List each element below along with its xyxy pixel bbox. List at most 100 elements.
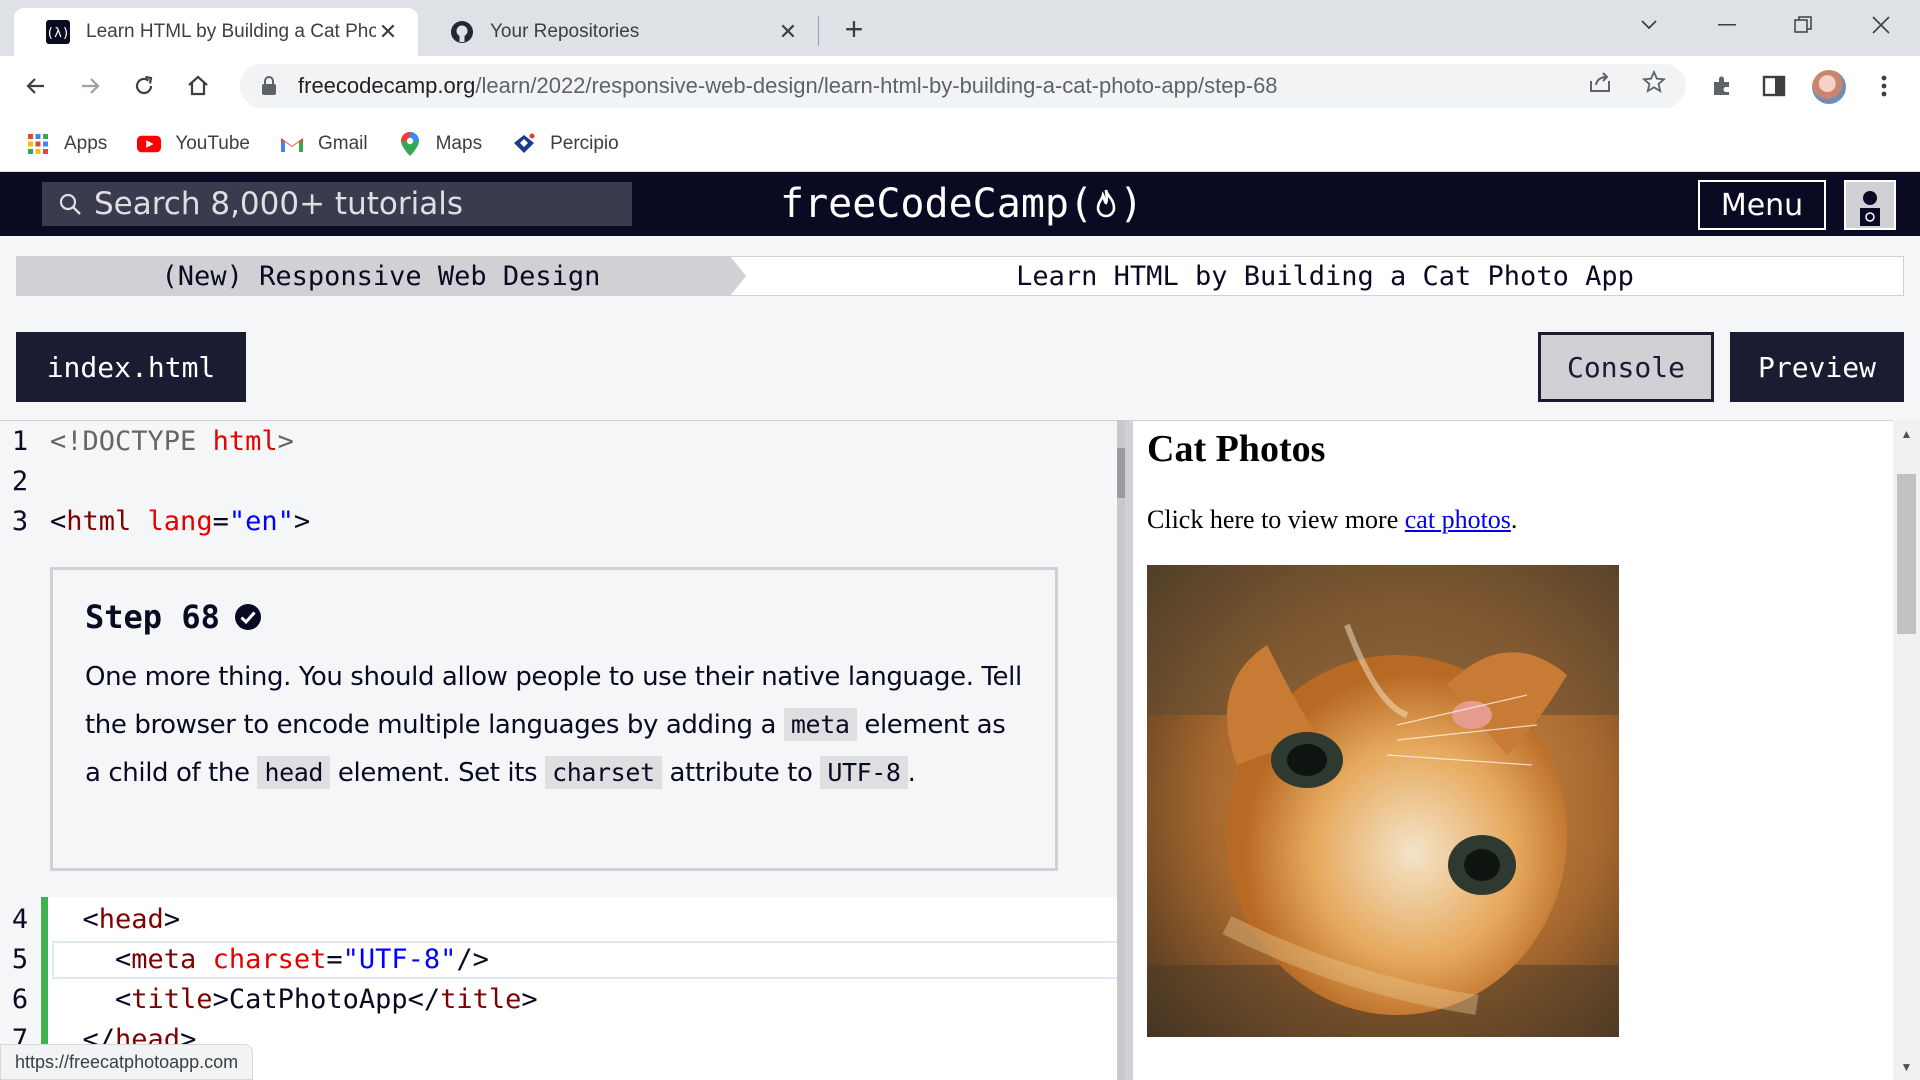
preview-heading: Cat Photos — [1147, 428, 1326, 470]
back-arrow-icon[interactable] — [18, 68, 54, 104]
file-tab-index-html[interactable]: index.html — [16, 332, 246, 402]
gmail-icon — [280, 132, 304, 156]
close-icon[interactable]: ✕ — [376, 19, 400, 44]
bookmark-label: Percipio — [550, 132, 619, 154]
scroll-down-arrow-icon[interactable]: ▼ — [1893, 1053, 1920, 1080]
browser-tab-github[interactable]: Your Repositories ✕ — [418, 8, 818, 56]
url-host: freecodecamp.org — [298, 73, 476, 98]
preview-scroll-thumb[interactable] — [1897, 474, 1916, 634]
code-line[interactable]: 4 <head> — [0, 899, 180, 939]
logo-close: ) — [1119, 181, 1144, 227]
chrome-menu-icon[interactable] — [1866, 68, 1902, 104]
step-text: . — [907, 758, 916, 788]
fcc-search-input[interactable]: Search 8,000+ tutorials — [42, 182, 632, 226]
breadcrumb-block[interactable]: Learn HTML by Building a Cat Photo App — [746, 256, 1904, 296]
reload-icon[interactable] — [126, 68, 162, 104]
inline-code: charset — [545, 756, 662, 789]
apps-grid-icon — [26, 132, 50, 156]
fcc-logo[interactable]: freeCodeCamp( ) — [780, 180, 1143, 228]
bookmark-label: Apps — [64, 132, 108, 154]
freecodecamp-icon: (λ) — [46, 20, 70, 44]
new-tab-plus-icon[interactable]: + — [836, 12, 872, 48]
code-line[interactable]: 1 <!DOCTYPE html> — [0, 421, 294, 461]
search-icon — [56, 190, 84, 218]
preview-paragraph: Click here to view more cat photos. — [1147, 505, 1517, 535]
code-line[interactable]: 6 <title>CatPhotoApp</title> — [0, 979, 538, 1019]
step-description: One more thing. You should allow people … — [85, 654, 1023, 797]
forward-arrow-icon[interactable] — [72, 68, 108, 104]
preview-pane: Cat Photos Click here to view more cat p… — [1133, 420, 1893, 1080]
code-line[interactable]: 2 — [0, 461, 50, 501]
browser-toolbar: freecodecamp.org/learn/2022/responsive-w… — [0, 56, 1920, 116]
cat-photo-image[interactable] — [1147, 565, 1619, 1037]
editor-scrollbar[interactable] — [1117, 420, 1125, 1080]
preview-button[interactable]: Preview — [1730, 332, 1904, 402]
user-avatar[interactable] — [1844, 180, 1896, 230]
fcc-navbar: Search 8,000+ tutorials freeCodeCamp( ) … — [0, 172, 1920, 236]
bookmark-star-icon[interactable] — [1636, 64, 1672, 100]
share-icon[interactable] — [1582, 64, 1618, 100]
side-panel-icon[interactable] — [1756, 68, 1792, 104]
tab-title: Your Repositories — [490, 21, 640, 42]
code-line[interactable]: 3 <html lang="en"> — [0, 501, 310, 541]
bookmark-apps[interactable]: Apps — [26, 132, 107, 156]
lock-icon[interactable] — [258, 75, 280, 97]
code-text: <head> — [50, 903, 181, 935]
tab-search-chevron-icon[interactable] — [1612, 0, 1686, 50]
browser-tab-active[interactable]: (λ) Learn HTML by Building a Cat Photo A… — [14, 8, 418, 56]
close-window-icon[interactable] — [1844, 0, 1918, 50]
inline-code: head — [257, 756, 331, 789]
bookmarks-bar: Apps YouTube Gmail Maps Percipio — [0, 116, 1920, 172]
search-placeholder: Search 8,000+ tutorials — [94, 186, 463, 222]
preview-text: . — [1510, 505, 1518, 534]
bookmark-maps[interactable]: Maps — [398, 131, 483, 156]
flame-icon — [1093, 184, 1119, 224]
line-number: 1 — [11, 425, 29, 457]
cat-photos-link[interactable]: cat photos — [1405, 505, 1511, 534]
step-instructions: Step 68 One more thing. You should allow… — [50, 567, 1058, 871]
address-bar[interactable]: freecodecamp.org/learn/2022/responsive-w… — [240, 64, 1686, 108]
preview-scrollbar[interactable]: ▲ ▼ — [1893, 420, 1920, 1080]
maps-pin-icon — [398, 131, 422, 156]
scroll-up-arrow-icon[interactable]: ▲ — [1893, 420, 1920, 447]
bookmark-percipio[interactable]: Percipio — [512, 132, 619, 156]
home-icon[interactable] — [180, 68, 216, 104]
close-icon[interactable]: ✕ — [776, 19, 800, 44]
minimize-icon[interactable] — [1690, 0, 1764, 50]
breadcrumb-superblock[interactable]: (New) Responsive Web Design — [16, 256, 746, 296]
bookmark-gmail[interactable]: Gmail — [280, 132, 368, 156]
svg-text:(λ): (λ) — [46, 26, 69, 41]
step-title: Step 68 — [85, 598, 1023, 636]
bookmark-label: YouTube — [175, 132, 250, 154]
code-line[interactable]: 5 <meta charset="UTF-8"/> — [0, 939, 489, 979]
bookmark-youtube[interactable]: YouTube — [137, 132, 250, 156]
code-editor[interactable]: 1 <!DOCTYPE html> 2 3 <html lang="en"> Step … — [0, 420, 1125, 1080]
youtube-icon — [137, 132, 162, 156]
step-title-text: Step 68 — [85, 598, 220, 636]
console-button[interactable]: Console — [1538, 332, 1714, 402]
step-text: attribute to — [661, 758, 821, 788]
github-icon — [450, 20, 474, 44]
percipio-icon — [512, 132, 536, 156]
editor-tabs-row: index.html Console Preview — [0, 312, 1920, 420]
inline-code: meta — [783, 708, 857, 741]
line-number: 4 — [11, 903, 29, 935]
logo-text: freeCodeCamp( — [780, 181, 1094, 227]
code-text: <title>CatPhotoApp</title> — [50, 983, 538, 1015]
code-text: <html lang="en"> — [50, 505, 311, 537]
editor-scroll-thumb[interactable] — [1117, 448, 1125, 498]
inline-code: UTF-8 — [820, 756, 908, 789]
bookmark-label: Maps — [435, 132, 483, 154]
line-number: 5 — [11, 943, 29, 975]
restore-icon[interactable] — [1766, 0, 1840, 50]
code-text: <meta charset="UTF-8"/> — [50, 943, 489, 975]
code-text: <!DOCTYPE html> — [50, 425, 294, 457]
profile-avatar[interactable] — [1812, 70, 1846, 104]
extensions-puzzle-icon[interactable] — [1704, 68, 1740, 104]
check-circle-icon — [234, 603, 262, 631]
step-text: element. Set its — [330, 758, 546, 788]
menu-button[interactable]: Menu — [1698, 180, 1826, 230]
tab-separator — [818, 16, 819, 46]
pane-divider[interactable] — [1125, 420, 1133, 1080]
line-number: 3 — [11, 505, 29, 537]
